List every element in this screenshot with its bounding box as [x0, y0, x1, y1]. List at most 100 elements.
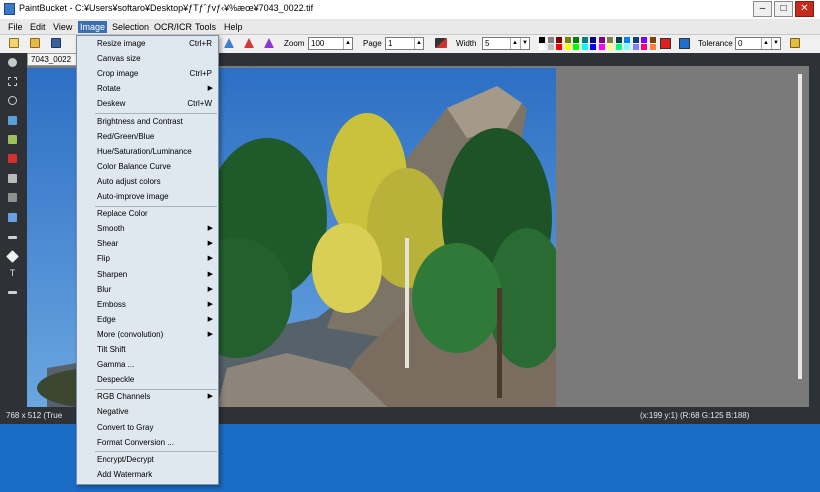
palette-swatch[interactable] — [615, 44, 622, 50]
image-menu-item-deskew[interactable]: Deskew Ctrl+W — [77, 97, 218, 111]
color-picker-tool-icon[interactable] — [8, 213, 17, 222]
image-menu-item-more-convolution[interactable]: More (convolution) ▶ — [77, 328, 218, 342]
zoom-spin-arrows-icon[interactable]: ▲ — [343, 38, 352, 49]
tolerance-dropdown-icon[interactable]: ▼ — [771, 38, 780, 49]
image-menu-item-blur[interactable]: Blur ▶ — [77, 283, 218, 297]
tolerance-spinner[interactable]: 0 ▲ ▼ — [735, 37, 781, 50]
palette-swatch[interactable] — [564, 44, 571, 50]
image-menu-item-convert-to-gray[interactable]: Convert to Gray — [77, 421, 218, 435]
image-menu-item-replace-color[interactable]: Replace Color — [77, 207, 218, 221]
menu-image[interactable]: Image — [78, 21, 108, 33]
menu-edit[interactable]: Edit — [28, 21, 48, 33]
text-tool-icon[interactable]: T — [8, 269, 17, 278]
image-menu-item-smooth[interactable]: Smooth ▶ — [77, 222, 218, 236]
menu-help[interactable]: Help — [222, 21, 245, 33]
palette-swatch[interactable] — [624, 37, 630, 43]
image-menu-item-shear[interactable]: Shear ▶ — [77, 237, 218, 251]
close-button[interactable]: ✕ — [795, 1, 814, 17]
image-menu-item-color-balance-curve[interactable]: Color Balance Curve — [77, 160, 218, 174]
palette-swatch[interactable] — [641, 44, 647, 50]
brush-tool-icon[interactable] — [8, 135, 17, 144]
secondary-color-swatch[interactable] — [679, 38, 690, 49]
image-menu-item-canvas-size[interactable]: Canvas size — [77, 52, 218, 66]
image-menu-item-tilt-shift[interactable]: Tilt Shift — [77, 343, 218, 357]
palette-swatch[interactable] — [547, 37, 554, 43]
image-menu-item-despeckle[interactable]: Despeckle — [77, 373, 218, 387]
palette-swatch[interactable] — [615, 37, 622, 43]
document-tab[interactable]: 7043_0022 — [27, 53, 79, 66]
line-tool-icon[interactable] — [8, 236, 17, 239]
image-menu-item-resize-image[interactable]: Resize image Ctrl+R — [77, 37, 218, 51]
image-menu-item-auto-adjust-colors[interactable]: Auto adjust colors — [77, 175, 218, 189]
rect-select-tool-icon[interactable] — [8, 77, 17, 86]
image-menu-item-rotate[interactable]: Rotate ▶ — [77, 82, 218, 96]
zoom-tool-icon[interactable] — [8, 58, 17, 67]
palette-swatch[interactable] — [539, 37, 545, 43]
image-menu-item-encrypt-decrypt[interactable]: Encrypt/Decrypt — [77, 453, 218, 467]
clone-tool-icon[interactable] — [8, 193, 17, 202]
palette-swatch[interactable] — [556, 44, 562, 50]
page-spin-arrows-icon[interactable]: ▲ — [414, 38, 423, 49]
image-menu-item-hue-saturation-luminance[interactable]: Hue/Saturation/Luminance — [77, 145, 218, 159]
menu-view[interactable]: View — [51, 21, 74, 33]
image-menu-item-add-watermark[interactable]: Add Watermark — [77, 468, 218, 482]
palette-swatch[interactable] — [539, 44, 545, 50]
palette-swatch[interactable] — [632, 44, 639, 50]
menu-ocr-icr[interactable]: OCR/ICR — [152, 21, 194, 33]
maximize-button[interactable]: □ — [774, 1, 793, 17]
menu-selection[interactable]: Selection — [110, 21, 151, 33]
menu-tools[interactable]: Tools — [193, 21, 218, 33]
palette-swatch[interactable] — [581, 44, 588, 50]
image-menu-item-format-conversion[interactable]: Format Conversion ... — [77, 436, 218, 450]
palette-swatch[interactable] — [607, 37, 613, 43]
color-palette[interactable] — [539, 37, 659, 51]
palette-swatch[interactable] — [649, 44, 656, 50]
palette-swatch[interactable] — [590, 37, 596, 43]
image-menu-item-gamma[interactable]: Gamma ... — [77, 358, 218, 372]
image-menu-item-flip[interactable]: Flip ▶ — [77, 252, 218, 266]
save-icon[interactable] — [51, 38, 61, 48]
color-tone-icon[interactable] — [244, 38, 254, 48]
width-dropdown-icon[interactable]: ▼ — [520, 38, 529, 49]
new-file-icon[interactable] — [9, 38, 19, 48]
palette-swatch[interactable] — [632, 37, 639, 43]
spray-tool-icon[interactable] — [8, 174, 17, 183]
palette-swatch[interactable] — [573, 37, 579, 43]
color-balance-icon[interactable] — [264, 38, 274, 48]
vertical-scrollbar[interactable] — [798, 74, 802, 379]
image-menu-item-edge[interactable]: Edge ▶ — [77, 313, 218, 327]
palette-swatch[interactable] — [556, 37, 562, 43]
settings-icon[interactable] — [790, 38, 800, 48]
pencil-tool-icon[interactable] — [8, 116, 17, 125]
palette-swatch[interactable] — [649, 37, 656, 43]
zoom-spinner[interactable]: 100 ▲ — [308, 37, 353, 50]
palette-swatch[interactable] — [564, 37, 571, 43]
width-spin-arrows-icon[interactable]: ▲ — [510, 38, 519, 49]
palette-swatch[interactable] — [598, 37, 605, 43]
primary-color-swatch[interactable] — [660, 38, 671, 49]
menu-file[interactable]: File — [6, 21, 25, 33]
palette-swatch[interactable] — [581, 37, 588, 43]
image-menu-item-sharpen[interactable]: Sharpen ▶ — [77, 268, 218, 282]
page-spinner[interactable]: 1 ▲ — [385, 37, 424, 50]
palette-swatch[interactable] — [573, 44, 579, 50]
image-menu-item-rgb-channels[interactable]: RGB Channels ▶ — [77, 390, 218, 404]
eraser-tool-icon[interactable] — [6, 250, 19, 263]
paint-bucket-tool-icon[interactable] — [8, 154, 17, 163]
tolerance-spin-arrows-icon[interactable]: ▲ — [761, 38, 770, 49]
palette-swatch[interactable] — [598, 44, 605, 50]
open-folder-icon[interactable] — [30, 38, 40, 48]
image-menu-item-negative[interactable]: Negative — [77, 405, 218, 419]
palette-swatch[interactable] — [607, 44, 613, 50]
image-menu-item-emboss[interactable]: Emboss ▶ — [77, 298, 218, 312]
palette-swatch[interactable] — [547, 44, 554, 50]
palette-swatch[interactable] — [641, 37, 647, 43]
image-menu-item-red-green-blue[interactable]: Red/Green/Blue — [77, 130, 218, 144]
minimize-button[interactable]: – — [753, 1, 772, 17]
palette-swatch[interactable] — [624, 44, 630, 50]
width-spinner[interactable]: 5 ▲ ▼ — [482, 37, 530, 50]
crop-tool-icon[interactable] — [8, 291, 17, 294]
lasso-tool-icon[interactable] — [8, 96, 17, 105]
image-menu-item-crop-image[interactable]: Crop image Ctrl+P — [77, 67, 218, 81]
image-menu-item-brightness-and-contrast[interactable]: Brightness and Contrast — [77, 115, 218, 129]
